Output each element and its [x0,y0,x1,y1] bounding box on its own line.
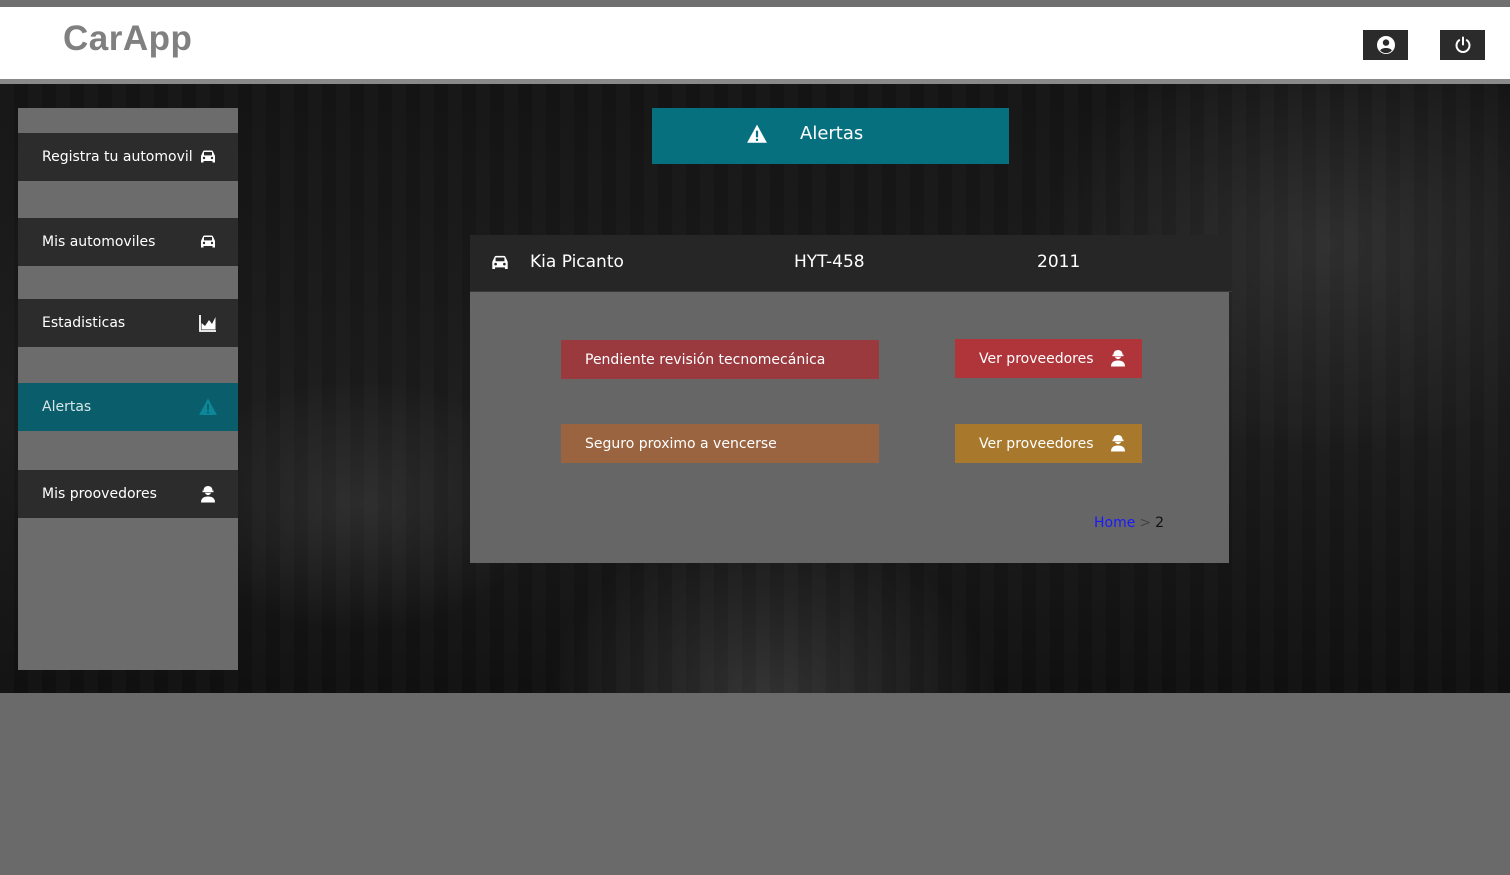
sidebar-item-label: Mis automoviles [42,234,156,250]
worker-icon [1111,350,1125,367]
sidebar-item-label: Alertas [42,399,92,415]
alert-item-seguro: Seguro proximo a vencerse [561,424,879,463]
sidebar-item-estadisticas[interactable]: Estadisticas [18,299,238,347]
car-icon [492,255,508,270]
sidebar-item-alertas[interactable]: Alertas [18,383,238,431]
warning-icon [747,124,767,143]
warning-icon [199,398,217,415]
alerts-banner[interactable]: Alertas [652,108,1009,164]
app-header: CarApp [0,7,1510,79]
car-plate: HYT-458 [794,252,865,272]
sidebar-item-label: Registra tu automovil [42,149,193,165]
profile-button[interactable] [1363,30,1408,60]
car-year: 2011 [1037,252,1081,272]
worker-icon [1111,435,1125,452]
sidebar-item-label: Estadisticas [42,315,126,331]
alert-text: Seguro proximo a vencerse [585,435,777,452]
ver-proveedores-label: Ver proveedores [979,435,1094,452]
area-chart-icon [199,315,216,332]
logout-button[interactable] [1440,30,1485,60]
breadcrumb: Home >2 [1094,515,1164,531]
top-strip [0,0,1510,7]
worker-icon [201,486,215,503]
breadcrumb-separator: > [1139,515,1152,531]
ver-proveedores-button[interactable]: Ver proveedores [955,424,1142,463]
alert-text: Pendiente revisión tecnomecánica [585,351,826,368]
power-icon [1455,36,1470,53]
sidebar-item-registra[interactable]: Registra tu automovil [18,133,238,181]
ver-proveedores-label: Ver proveedores [979,350,1094,367]
user-circle-icon [1376,36,1395,54]
car-summary-bar: Kia Picanto HYT-458 2011 [470,235,1232,292]
car-icon [201,235,215,248]
breadcrumb-current: 2 [1155,515,1164,531]
breadcrumb-home-link[interactable]: Home [1094,515,1135,531]
sidebar-item-mis-automoviles[interactable]: Mis automoviles [18,218,238,266]
app-logo[interactable]: CarApp [63,19,192,59]
car-name: Kia Picanto [530,252,624,272]
alert-item-tecnomecanica: Pendiente revisión tecnomecánica [561,340,879,379]
ver-proveedores-button[interactable]: Ver proveedores [955,339,1142,378]
sidebar-item-proovedores[interactable]: Mis proovedores [18,470,238,518]
sidebar: Registra tu automovil Mis automoviles Es… [18,108,238,670]
alerts-banner-label: Alertas [800,123,864,144]
sidebar-item-label: Mis proovedores [42,486,157,502]
car-icon [201,150,215,163]
